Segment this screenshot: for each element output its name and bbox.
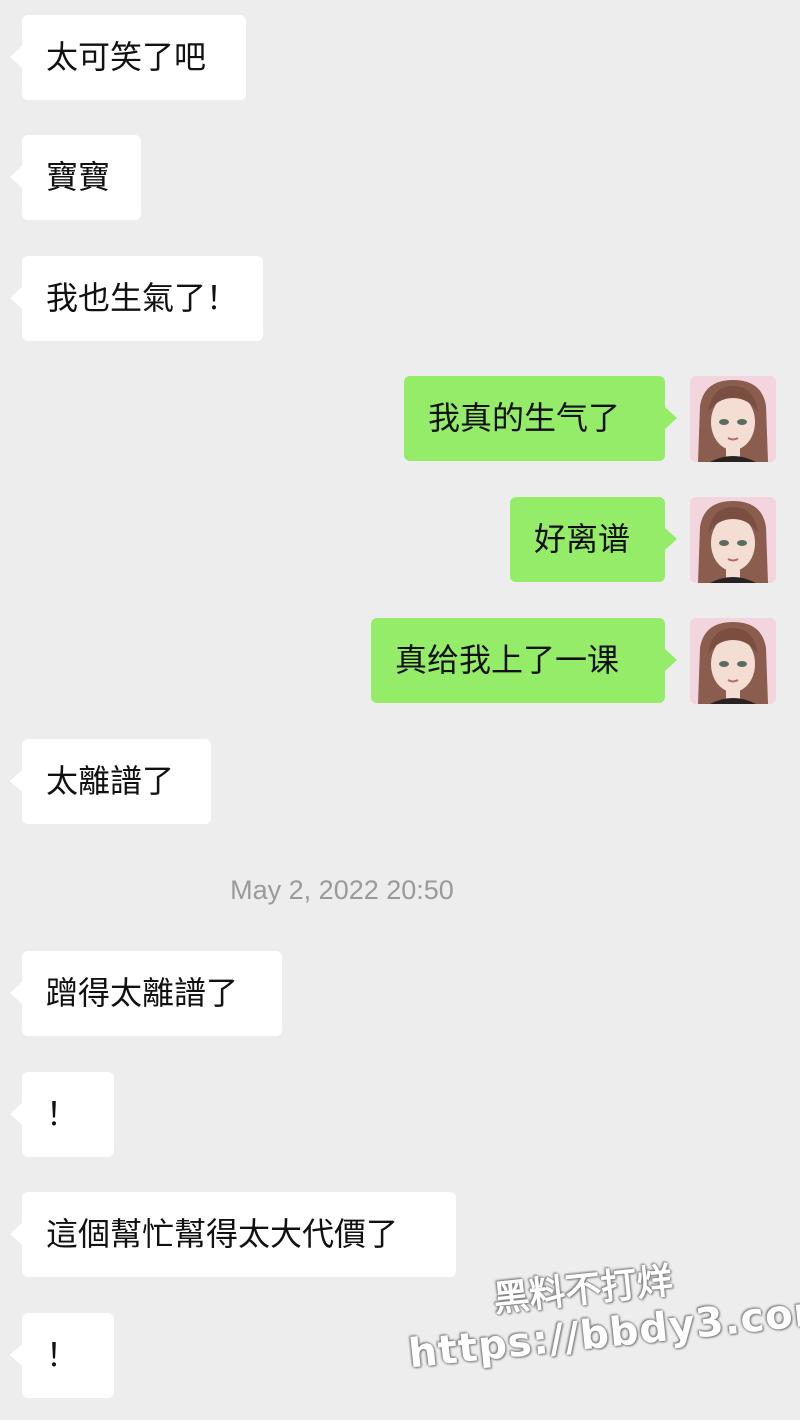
message-text: 我真的生气了 [428,399,621,437]
avatar-portrait [690,618,776,704]
incoming-message-bubble[interactable]: ！ [10,1072,114,1157]
message-text: 太可笑了吧 [46,38,207,76]
chat-window: 太可笑了吧 寶寶 我也生氣了！ 我真的生气了 好离谱 真给我上了一课 太離譜了 … [0,0,800,1420]
watermark: 黑料不打烊 https://bbdy3.com [400,1230,800,1419]
message-text: 真给我上了一课 [395,641,620,679]
incoming-message-bubble[interactable]: 我也生氣了！ [10,256,263,341]
message-row: 好离谱 [0,497,800,583]
incoming-message-bubble[interactable]: 蹭得太離譜了 [10,951,282,1036]
outgoing-message-bubble[interactable]: 好离谱 [510,497,677,582]
incoming-message-bubble[interactable]: 這個幫忙幫得太大代價了 [10,1192,456,1277]
user-avatar-icon[interactable] [690,618,776,704]
outgoing-message-bubble[interactable]: 真给我上了一课 [371,618,677,703]
chat-timestamp: May 2, 2022 20:50 [230,875,454,905]
watermark-title: 黑料不打烊 [491,1260,675,1321]
watermark-url: https://bbdy3.com [406,1286,800,1378]
outgoing-message-bubble[interactable]: 我真的生气了 [404,376,677,461]
message-text: 這個幫忙幫得太大代價了 [46,1215,399,1253]
message-text: 太離譜了 [46,762,175,800]
message-text: ！ [46,1095,79,1133]
message-row: 真给我上了一课 [0,618,800,704]
message-text: ！ [46,1336,79,1374]
incoming-message-bubble[interactable]: 太可笑了吧 [10,15,246,100]
incoming-message-bubble[interactable]: ！ [10,1313,114,1398]
avatar-portrait [690,376,776,462]
incoming-message-bubble[interactable]: 太離譜了 [10,739,211,824]
message-text: 我也生氣了！ [46,279,239,317]
message-text: 好离谱 [534,520,631,558]
incoming-message-bubble[interactable]: 寶寶 [10,135,141,220]
avatar-portrait [690,497,776,583]
user-avatar-icon[interactable] [690,376,776,462]
user-avatar-icon[interactable] [690,497,776,583]
message-text: 寶寶 [46,158,111,196]
message-row: 我真的生气了 [0,376,800,462]
message-text: 蹭得太離譜了 [46,974,239,1012]
